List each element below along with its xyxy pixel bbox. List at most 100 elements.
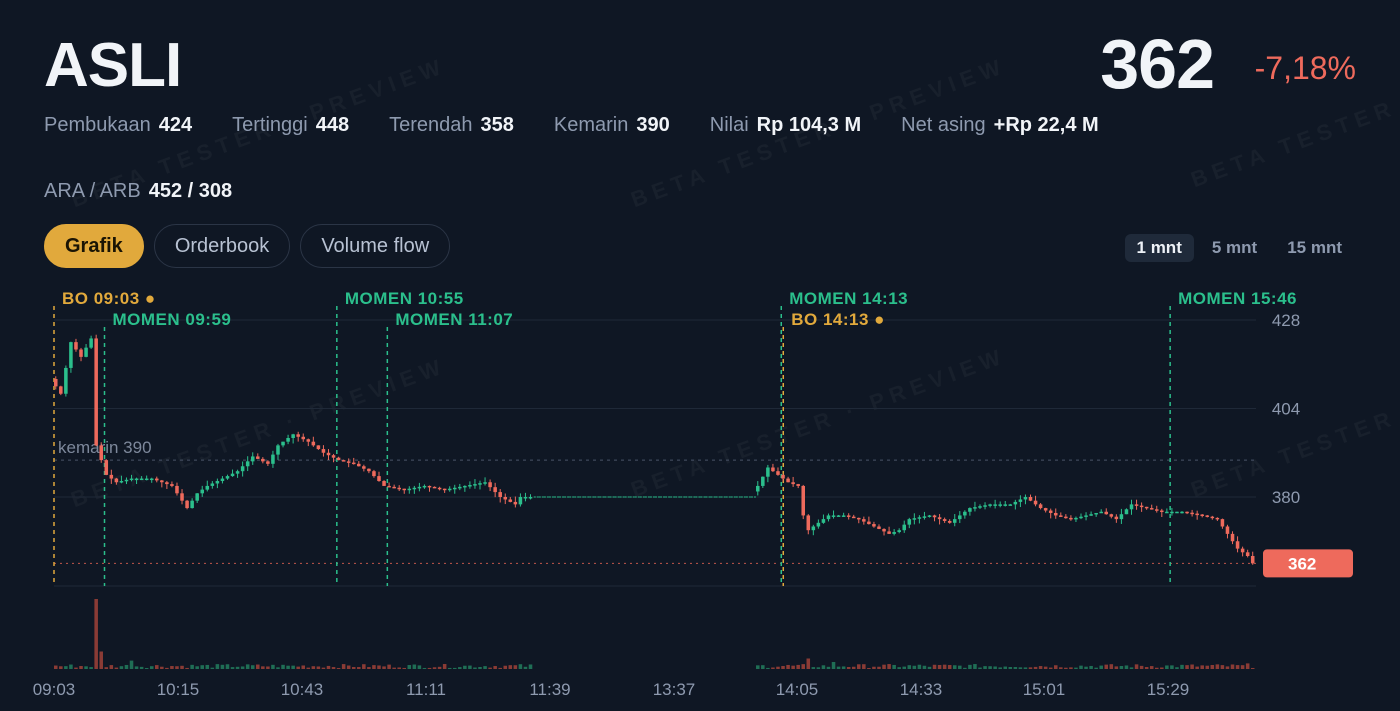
candle (1195, 513, 1199, 516)
candle (402, 488, 407, 491)
candle (124, 479, 129, 482)
price-chart[interactable]: 428404380kemarin 390BO 09:03 ●MOMEN 09:5… (0, 280, 1400, 711)
volume-bar (1154, 667, 1159, 669)
volume-bar (382, 666, 386, 669)
candle (412, 487, 417, 490)
volume-bar (291, 665, 295, 669)
volume-bar (165, 667, 169, 669)
tab-grafik[interactable]: Grafik (44, 224, 144, 268)
marker-label: MOMEN 11:07 (395, 310, 513, 329)
candle (407, 488, 412, 491)
volume-bar (937, 664, 942, 669)
candle (245, 461, 250, 467)
timeframe-5m[interactable]: 5 mnt (1200, 234, 1269, 262)
candle (1079, 516, 1083, 519)
volume-bar (271, 664, 275, 669)
candle (205, 485, 210, 490)
candle (1225, 526, 1230, 534)
volume-bar (351, 667, 356, 669)
volume-bar (311, 666, 316, 669)
volume-bar (508, 665, 513, 669)
x-tick-label: 15:01 (1023, 680, 1066, 699)
stat-label: Terendah (389, 114, 473, 136)
candle (458, 486, 462, 489)
candle (998, 504, 1002, 506)
volume-bar (119, 666, 124, 669)
candle (382, 481, 386, 486)
candle (59, 386, 63, 394)
stat-value-traded: Nilai Rp 104,3 M (710, 114, 861, 137)
marker-label: MOMEN 14:13 (789, 289, 908, 308)
candle (922, 516, 927, 518)
candle (362, 466, 366, 469)
volume-bar (89, 667, 93, 669)
candle (1038, 504, 1043, 509)
candle (240, 466, 245, 472)
volume-bar (513, 665, 518, 669)
candle (180, 493, 184, 501)
volume-bar (771, 667, 775, 669)
candle (958, 515, 962, 520)
candle (1109, 514, 1114, 517)
candle (523, 497, 528, 499)
candle (134, 478, 139, 481)
volume-bar (1220, 665, 1225, 669)
tab-volume-flow[interactable]: Volume flow (300, 224, 451, 268)
volume-bar (336, 667, 341, 669)
candle (99, 445, 103, 461)
volume-bar (1195, 666, 1199, 669)
candle (1240, 548, 1245, 553)
volume-bar (902, 666, 907, 669)
volume-bar (877, 666, 881, 669)
volume-bar (301, 665, 306, 669)
volume-bar (387, 664, 391, 669)
candle (518, 497, 523, 505)
x-tick-label: 10:43 (281, 680, 324, 699)
volume-bar (1144, 667, 1149, 669)
timeframe-15m[interactable]: 15 mnt (1275, 234, 1354, 262)
volume-bar (452, 667, 457, 669)
volume-bar (412, 664, 417, 669)
tab-orderbook[interactable]: Orderbook (153, 224, 291, 268)
volume-bar (266, 666, 270, 669)
candle (1210, 516, 1215, 519)
candle (1104, 511, 1109, 515)
volume-bar (331, 667, 336, 669)
volume-bar (1028, 667, 1033, 669)
candle (316, 445, 321, 450)
timeframe-1m[interactable]: 1 mnt (1124, 234, 1194, 262)
volume-bar (245, 664, 250, 669)
candle (79, 349, 83, 357)
candle (114, 478, 119, 483)
candle (321, 449, 326, 453)
candle (397, 487, 401, 490)
volume-bar (958, 665, 962, 669)
volume-bar (1074, 667, 1078, 669)
volume-bar (892, 664, 896, 669)
volume-bar (195, 666, 199, 669)
candle (877, 526, 881, 529)
candle (144, 478, 149, 481)
candle (1245, 552, 1250, 556)
volume-bar (473, 667, 477, 669)
candle (1018, 499, 1023, 502)
candle (1089, 514, 1093, 516)
volume-bar (250, 665, 255, 669)
x-tick-label: 11:39 (529, 680, 570, 699)
volume-bar (801, 664, 805, 669)
candle (1129, 504, 1134, 510)
volume-bar (821, 665, 826, 669)
volume-bar (74, 667, 78, 669)
volume-bar (109, 665, 114, 669)
volume-bar (220, 664, 225, 669)
stat-value: 424 (158, 114, 193, 136)
candle (498, 492, 502, 497)
volume-bar (862, 664, 866, 669)
volume-bar (377, 665, 381, 669)
candle (230, 473, 235, 477)
candle (250, 456, 255, 462)
volume-bar (306, 667, 311, 669)
candle (508, 499, 513, 502)
volume-bar (1119, 665, 1124, 669)
volume-bar (816, 667, 821, 669)
